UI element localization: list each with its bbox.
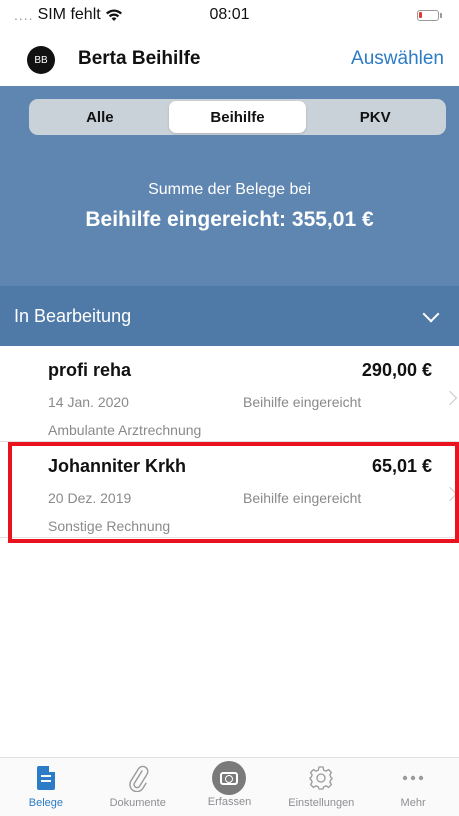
- receipt-amount: 290,00 €: [361, 360, 432, 380]
- segmented-control: Alle Beihilfe PKV: [29, 99, 446, 135]
- segment-alle[interactable]: Alle: [31, 101, 169, 133]
- page-title: Berta Beihilfe: [78, 48, 201, 69]
- section-label: In Bearbeitung: [14, 306, 132, 326]
- segment-beihilfe[interactable]: Beihilfe: [168, 101, 307, 133]
- tab-dokumente[interactable]: Dokumente: [92, 758, 184, 816]
- receipt-list: profi reha 290,00 € 14 Jan. 2020 Beihilf…: [0, 346, 459, 538]
- more-icon: [402, 775, 424, 781]
- section-header-in-bearbeitung[interactable]: In Bearbeitung: [0, 286, 459, 346]
- receipt-status: Beihilfe eingereicht: [243, 490, 362, 506]
- avatar[interactable]: BB: [27, 46, 55, 74]
- paperclip-icon: [128, 765, 149, 792]
- receipt-date: 14 Jan. 2020: [48, 394, 129, 410]
- receipt-status: Beihilfe eingereicht: [243, 394, 362, 410]
- receipt-title: profi reha: [48, 360, 132, 380]
- camera-icon: [212, 761, 247, 795]
- tab-einstellungen[interactable]: Einstellungen: [275, 758, 367, 816]
- receipt-amount: 65,01 €: [371, 456, 432, 476]
- receipt-title: Johanniter Krkh: [48, 456, 187, 476]
- gear-icon: [309, 766, 333, 790]
- receipt-row[interactable]: profi reha 290,00 € 14 Jan. 2020 Beihilf…: [0, 346, 459, 442]
- status-time: 08:01: [209, 6, 250, 23]
- tab-erfassen[interactable]: Erfassen: [184, 758, 276, 816]
- tab-label: Dokumente: [109, 797, 166, 809]
- battery-icon: [417, 10, 439, 21]
- document-icon: [36, 766, 55, 790]
- receipt-date: 20 Dez. 2019: [48, 490, 132, 506]
- tab-label: Belege: [28, 797, 64, 809]
- select-button[interactable]: Auswählen: [351, 48, 444, 70]
- nav-header: BB Berta Beihilfe Auswählen: [0, 34, 459, 86]
- receipt-type: Ambulante Arztrechnung: [48, 422, 202, 438]
- status-bar: .... SIM fehlt 08:01: [0, 0, 459, 34]
- chevron-right-icon: [442, 390, 458, 406]
- summary-amount: Beihilfe eingereicht: 355,01 €: [85, 208, 374, 231]
- receipt-row[interactable]: Johanniter Krkh 65,01 € 20 Dez. 2019 Bei…: [0, 442, 459, 538]
- tab-mehr[interactable]: Mehr: [367, 758, 459, 816]
- tab-belege[interactable]: Belege: [0, 758, 92, 816]
- summary-panel: Alle Beihilfe PKV Summe der Belege bei B…: [0, 86, 459, 286]
- battery-tip: [440, 13, 442, 18]
- segment-pkv[interactable]: PKV: [306, 101, 444, 133]
- receipt-type: Sonstige Rechnung: [48, 518, 171, 534]
- tab-bar: Belege Dokumente Erfassen Einstellungen: [0, 757, 459, 816]
- summary-caption: Summe der Belege bei: [148, 181, 311, 198]
- chevron-right-icon: [442, 486, 458, 502]
- chevron-down-icon: [422, 305, 440, 323]
- tab-label: Erfassen: [207, 796, 252, 808]
- tab-label: Einstellungen: [288, 797, 355, 809]
- tab-label: Mehr: [400, 797, 426, 809]
